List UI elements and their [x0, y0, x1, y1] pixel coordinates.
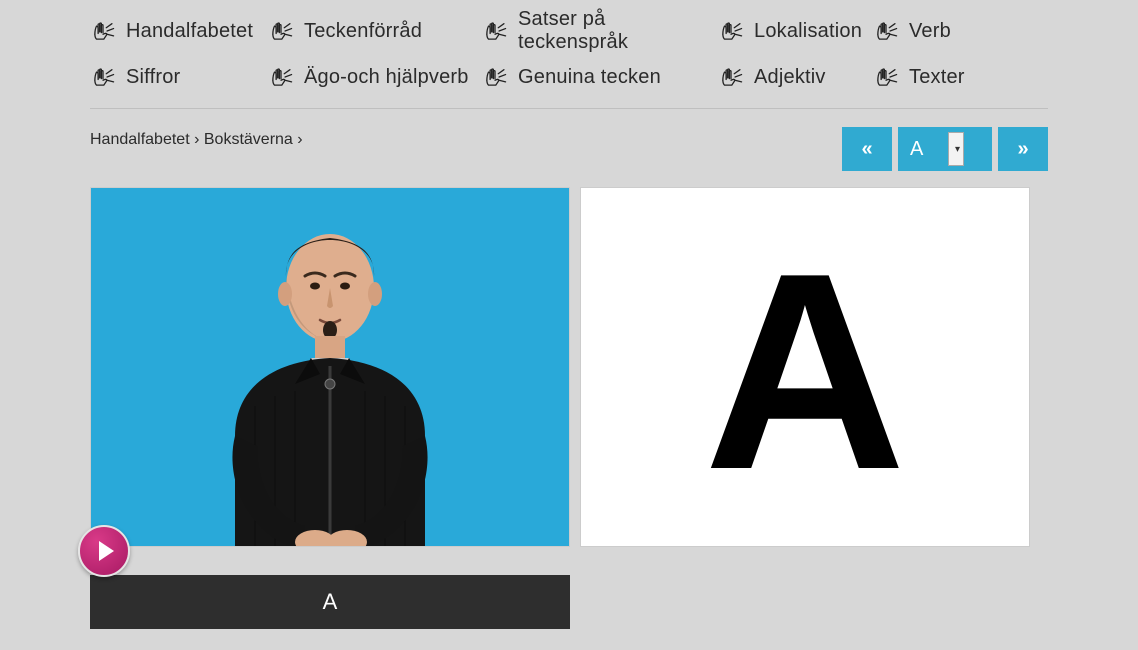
content-panels: A A [90, 187, 1048, 629]
sign-person [165, 206, 495, 546]
breadcrumb-part[interactable]: Bokstäverna [204, 131, 293, 148]
pager-next-button[interactable]: » [998, 127, 1048, 171]
hands-icon [268, 18, 294, 44]
breadcrumb-sep: › [194, 131, 199, 148]
video-panel[interactable] [90, 187, 570, 547]
hands-icon [90, 18, 116, 44]
crumb-pager-row: Handalfabetet › Bokstäverna › « A » [90, 127, 1048, 171]
nav-label: Verb [909, 20, 951, 43]
hands-icon [482, 18, 508, 44]
nav-divider [90, 108, 1048, 109]
nav-genuina-tecken[interactable]: Genuina tecken [482, 64, 718, 90]
nav-teckenforrad[interactable]: Teckenförråd [268, 8, 482, 54]
pager-selected-label: A [910, 138, 948, 161]
nav-label: Lokalisation [754, 20, 862, 43]
nav-handalfabetet[interactable]: Handalfabetet [90, 8, 268, 54]
nav-lokalisation[interactable]: Lokalisation [718, 8, 873, 54]
nav-label: Siffror [126, 66, 180, 89]
play-button[interactable] [78, 525, 130, 577]
pager-prev-button[interactable]: « [842, 127, 892, 171]
nav-row-2: Siffror Ägo-och hjälpverb Genuina tecken… [90, 64, 1048, 90]
letter-pager: « A » [842, 127, 1048, 171]
hands-icon [873, 18, 899, 44]
hands-icon [482, 64, 508, 90]
hands-icon [718, 18, 744, 44]
nav-label: Satser på teckenspråk [518, 8, 718, 54]
pager-select[interactable]: A [898, 127, 992, 171]
nav-ago-hjalpverb[interactable]: Ägo-och hjälpverb [268, 64, 482, 90]
nav-row-1: Handalfabetet Teckenförråd Satser på tec… [90, 8, 1048, 54]
chevron-down-icon[interactable] [948, 132, 964, 166]
nav-verb[interactable]: Verb [873, 8, 993, 54]
nav-label: Ägo-och hjälpverb [304, 66, 469, 89]
caption-bar: A [90, 575, 570, 629]
letter-panel: A [580, 187, 1030, 547]
nav-label: Genuina tecken [518, 66, 661, 89]
breadcrumb-part[interactable]: Handalfabetet [90, 131, 190, 148]
hands-icon [718, 64, 744, 90]
nav-siffror[interactable]: Siffror [90, 64, 268, 90]
breadcrumb-sep: › [297, 131, 302, 148]
hands-icon [90, 64, 116, 90]
big-letter: A [704, 232, 906, 512]
nav-label: Texter [909, 66, 965, 89]
nav-texter[interactable]: Texter [873, 64, 993, 90]
nav-satser[interactable]: Satser på teckenspråk [482, 8, 718, 54]
nav-label: Teckenförråd [304, 20, 422, 43]
nav-label: Handalfabetet [126, 20, 253, 43]
nav-label: Adjektiv [754, 66, 826, 89]
hands-icon [873, 64, 899, 90]
nav-adjektiv[interactable]: Adjektiv [718, 64, 873, 90]
breadcrumb: Handalfabetet › Bokstäverna › [90, 127, 303, 149]
hands-icon [268, 64, 294, 90]
top-nav: Handalfabetet Teckenförråd Satser på tec… [90, 8, 1048, 108]
